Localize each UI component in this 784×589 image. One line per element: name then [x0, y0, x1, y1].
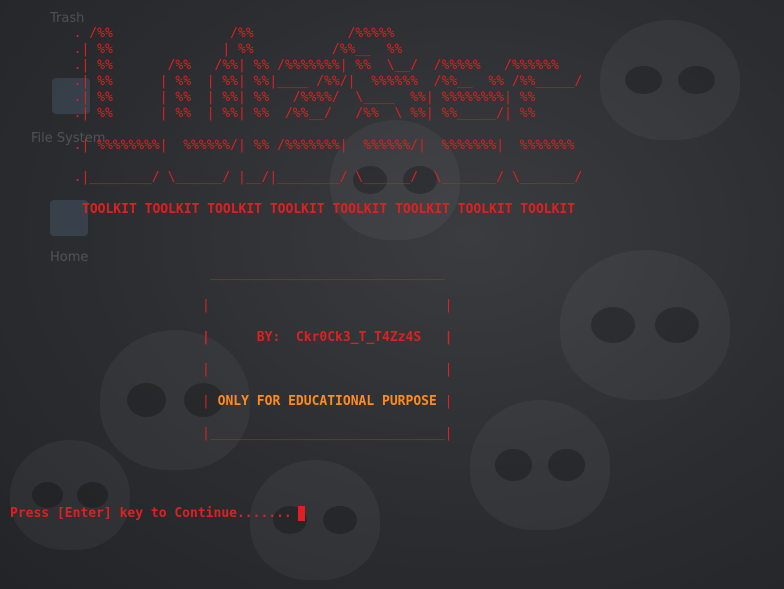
- banner-line: .| %% /%% /%%| %% /%%%%%%%| %% \__/ /%%%…: [58, 58, 559, 73]
- toolkit-line: TOOLKIT TOOLKIT TOOLKIT TOOLKIT TOOLKIT …: [82, 202, 576, 217]
- banner-line: .| %% | %% | %%| %% /%%%%/ \____ %%| %%%…: [58, 90, 536, 105]
- skull-decoration: [600, 20, 740, 140]
- box-right-border: |: [444, 394, 453, 409]
- desktop-icon-label-home[interactable]: Home: [50, 250, 88, 265]
- purpose-line: | ONLY FOR EDUCATIONAL PURPOSE |: [202, 394, 452, 410]
- box-bottom-border: |______________________________|: [202, 426, 453, 441]
- skull-decoration: [10, 440, 130, 550]
- banner-line: .|________/ \______/ |__/|________/ \___…: [58, 170, 583, 185]
- box-left-border: |: [202, 394, 210, 409]
- banner-line: . /%% /%% /%%%%%: [58, 26, 395, 41]
- educational-purpose-notice: ONLY FOR EDUCATIONAL PURPOSE: [209, 394, 445, 409]
- author-credit: | BY: Ckr0Ck3_T_T4Zz4S |: [202, 330, 453, 345]
- desktop-background: Trash File System Home . /%% /%% /%%%%% …: [0, 0, 784, 589]
- skull-decoration: [560, 250, 730, 400]
- continue-prompt: Press [Enter] key to Continue.......: [10, 506, 292, 521]
- box-side-border: | |: [202, 362, 453, 377]
- terminal-cursor[interactable]: [298, 506, 305, 521]
- banner-line: .| %%%%%%%%| %%%%%%/| %% /%%%%%%%| %%%%%…: [58, 138, 575, 153]
- skull-decoration: [470, 400, 610, 530]
- desktop-icon-label-trash[interactable]: Trash: [50, 11, 84, 26]
- banner-line: .| %% | %% | %%| %%|____ /%%/| %%%%%% /%…: [58, 74, 583, 89]
- banner-line: .| %% | %% | %%| %% /%%__/ /%% \ %%| %%_…: [58, 106, 536, 121]
- box-top-border: ______________________________: [210, 266, 445, 281]
- banner-line: .| %% | %% /%%__ %%: [58, 42, 403, 57]
- box-side-border: | |: [202, 298, 453, 313]
